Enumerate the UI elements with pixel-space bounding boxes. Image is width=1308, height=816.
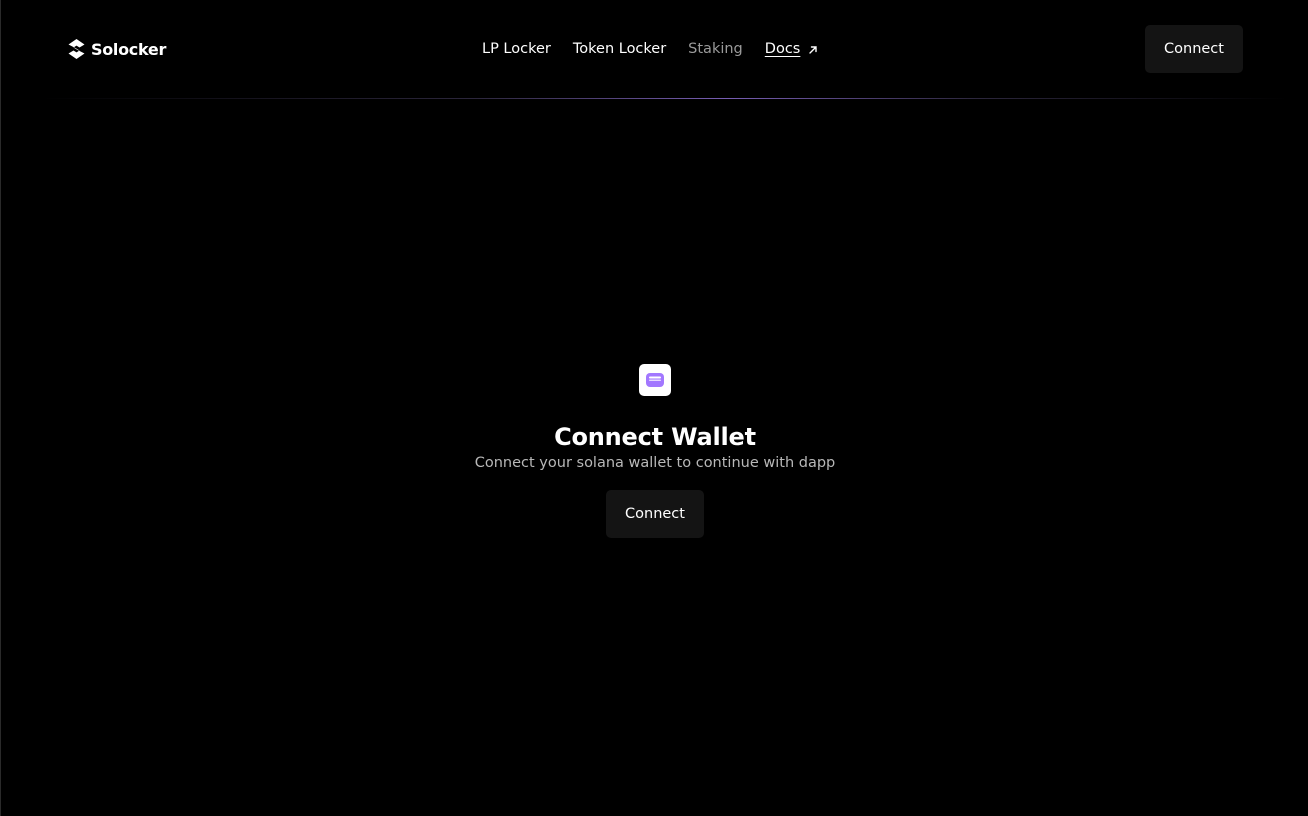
- nav-item-docs[interactable]: Docs: [765, 41, 801, 57]
- connect-wallet-button[interactable]: Connect: [606, 490, 704, 538]
- arrow-up-right-icon[interactable]: [808, 45, 818, 55]
- nav-item-lp-locker[interactable]: LP Locker: [482, 41, 551, 57]
- solocker-logo-icon: [68, 39, 85, 59]
- top-navbar: Solocker LP Locker Token Locker Staking …: [1, 0, 1308, 98]
- page: Solocker LP Locker Token Locker Staking …: [0, 0, 1308, 816]
- page-title: Connect Wallet: [554, 423, 756, 451]
- wallet-badge: [639, 364, 671, 396]
- brand-logo[interactable]: Solocker: [67, 37, 166, 61]
- wallet-icon: [646, 373, 664, 387]
- connect-wallet-panel: Connect Wallet Connect your solana walle…: [1, 364, 1308, 538]
- header-connect-button[interactable]: Connect: [1145, 25, 1243, 73]
- page-subtitle: Connect your solana wallet to continue w…: [474, 455, 836, 471]
- header-divider: [41, 98, 1288, 99]
- nav-item-staking[interactable]: Staking: [688, 41, 743, 57]
- nav-item-token-locker[interactable]: Token Locker: [573, 41, 666, 57]
- brand-name: Solocker: [91, 39, 167, 59]
- main-nav: LP Locker Token Locker Staking Docs: [482, 38, 818, 60]
